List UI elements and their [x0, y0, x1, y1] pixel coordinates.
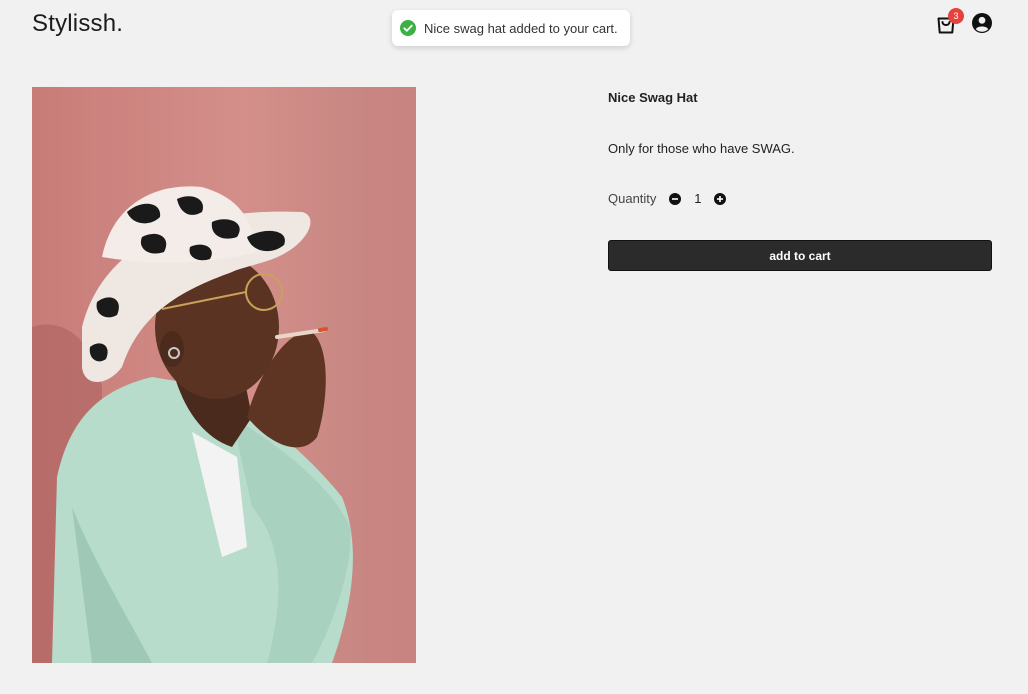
- quantity-selector: Quantity 1: [608, 191, 727, 206]
- check-circle-icon: [400, 20, 416, 36]
- toast-notification: Nice swag hat added to your cart.: [392, 10, 630, 46]
- quantity-value: 1: [694, 191, 702, 206]
- product-description: Only for those who have SWAG.: [608, 141, 795, 156]
- add-to-cart-button[interactable]: add to cart: [608, 240, 992, 271]
- product-image: [32, 87, 416, 663]
- plus-icon[interactable]: [714, 192, 727, 205]
- brand-logo[interactable]: Stylissh.: [32, 10, 123, 38]
- toast-message: Nice swag hat added to your cart.: [424, 20, 618, 36]
- user-circle-icon: [972, 13, 992, 33]
- product-title: Nice Swag Hat: [608, 90, 698, 105]
- header: Stylissh. Nice swag hat added to your ca…: [0, 0, 1028, 60]
- cart-count-badge: 3: [948, 8, 964, 24]
- quantity-label: Quantity: [608, 191, 657, 206]
- account-button[interactable]: [971, 12, 993, 34]
- minus-icon[interactable]: [669, 192, 682, 205]
